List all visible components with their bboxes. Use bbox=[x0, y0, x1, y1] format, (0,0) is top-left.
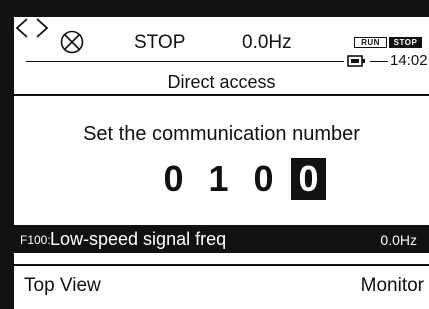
drive-state: STOP bbox=[134, 32, 186, 53]
number-entry[interactable]: 0 1 0 0 bbox=[156, 158, 326, 200]
clock: 14:02 bbox=[390, 52, 428, 69]
top-view-softkey[interactable]: Top View bbox=[24, 275, 101, 297]
softkey-divider bbox=[14, 264, 429, 266]
screen-title: Direct access bbox=[167, 72, 276, 92]
title-divider bbox=[14, 94, 429, 96]
digit-1[interactable]: 0 bbox=[156, 158, 191, 200]
input-prompt: Set the communication number bbox=[83, 123, 360, 145]
stop-circle-icon bbox=[60, 30, 84, 54]
panel-frame-left bbox=[0, 0, 14, 309]
parameter-code: F100: bbox=[20, 233, 51, 247]
digit-3[interactable]: 0 bbox=[246, 158, 281, 200]
panel-frame-top bbox=[0, 0, 429, 17]
battery-icon bbox=[347, 55, 365, 67]
status-divider bbox=[26, 61, 344, 62]
output-frequency: 0.0Hz bbox=[242, 32, 292, 53]
run-indicator: RUN bbox=[354, 37, 387, 48]
status-bar: STOP 0.0Hz RUN STOP 14:02 bbox=[14, 17, 429, 69]
digit-2[interactable]: 1 bbox=[201, 158, 236, 200]
parameter-label: Low-speed signal freq bbox=[50, 229, 227, 249]
parameter-bar: F100: Low-speed signal freq 0.0Hz bbox=[14, 225, 429, 253]
digit-4-selected[interactable]: 0 bbox=[291, 158, 326, 200]
lcd-screen: STOP 0.0Hz RUN STOP 14:02 Direct access … bbox=[14, 17, 429, 309]
run-stop-indicator: RUN STOP bbox=[354, 37, 422, 48]
clock-divider bbox=[370, 61, 388, 62]
parameter-value: 0.0Hz bbox=[380, 232, 417, 248]
monitor-softkey[interactable]: Monitor bbox=[361, 275, 424, 297]
stop-indicator: STOP bbox=[389, 37, 422, 48]
